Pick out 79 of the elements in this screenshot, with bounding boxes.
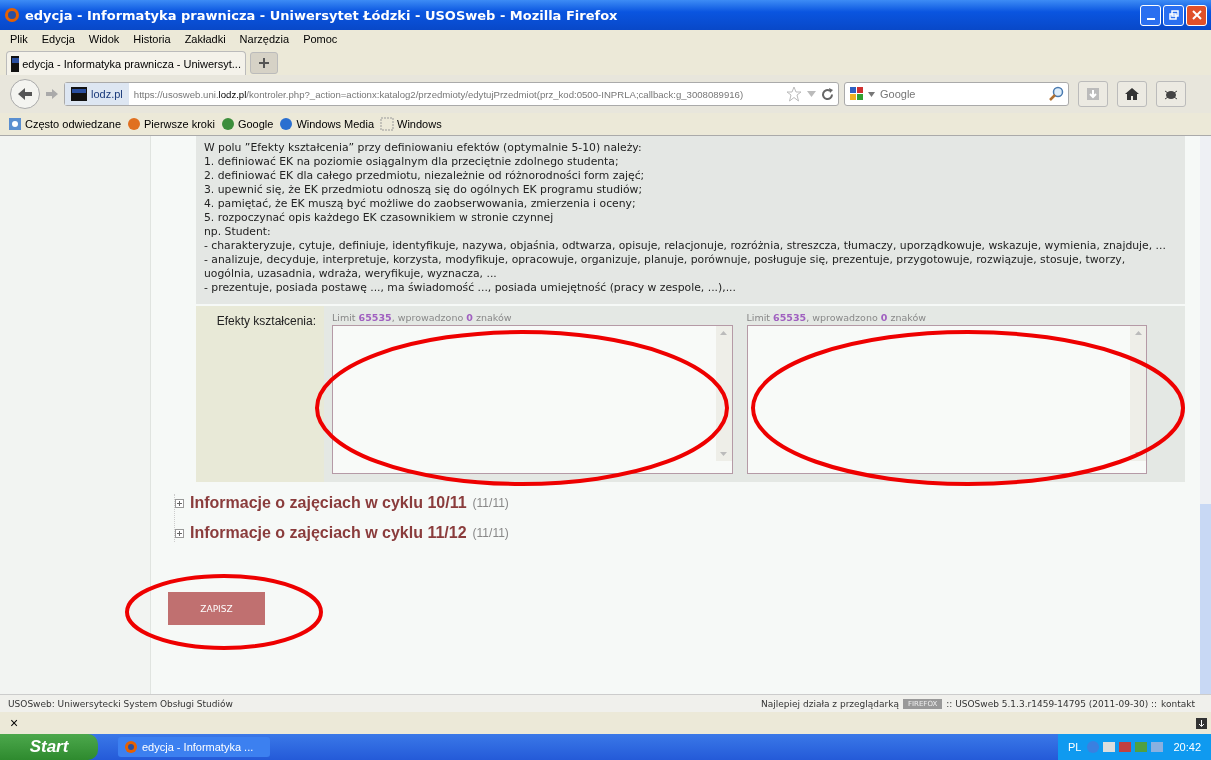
instruction-line: - prezentuje, posiada postawę ..., ma świadomość ..., posiada umiejętność (pracy w zespole, ...),... <box>204 281 737 295</box>
restore-button[interactable] <box>1163 4 1184 26</box>
instruction-line: 2. definiować EK dla całego przedmiotu, niezależnie od różnorodności form zajęć; <box>204 169 646 183</box>
minimize-button[interactable] <box>1140 4 1161 26</box>
bookmark-item[interactable]: Google <box>220 117 274 131</box>
page-icon <box>8 117 22 131</box>
download-icon[interactable] <box>1196 717 1207 729</box>
menu-item[interactable]: Pomoc <box>296 32 345 45</box>
tab-label: edycja - Informatyka prawnicza - Uniwersyt... <box>22 57 241 70</box>
field-label: Efekty kształcenia: <box>196 306 324 482</box>
instruction-line: 3. upewnić się, że EK przedmiotu odnoszą się do ogólnych EK programu studiów; <box>204 183 644 197</box>
new-tab-button[interactable] <box>250 52 278 74</box>
save-button[interactable]: ZAPISZ <box>168 592 265 625</box>
google-logo-icon <box>849 86 865 102</box>
download-arrow-icon <box>1086 87 1100 101</box>
firefox-icon <box>124 740 138 754</box>
forward-arrow-icon <box>45 88 59 100</box>
back-arrow-icon <box>17 87 33 101</box>
instruction-line: 5. rozpoczynać opis każdego EK czasownikiem w stronie czynnej <box>204 211 555 225</box>
plus-icon <box>258 57 270 69</box>
minimize-icon <box>1146 18 1155 20</box>
bookmark-icon <box>279 117 294 131</box>
reload-icon[interactable] <box>821 87 834 101</box>
firefox-icon <box>4 7 20 23</box>
back-button[interactable] <box>10 79 40 109</box>
search-icon[interactable] <box>1048 86 1064 102</box>
url-text: https://usosweb.uni.lodz.pl/kontroler.php?_action=actionx:katalog2/przedmioty/edytujPrzedmiot(prz_kod:0500-INPRLA;callback:g_3008089916) <box>133 88 745 100</box>
version-text: :: USOSweb 5.1.3.r1459-14795 (2011-09-30) :: <box>946 698 1158 709</box>
text-area[interactable] <box>746 325 1147 474</box>
instruction-line: - analizuje, decyduje, interpretuje, korzysta, modyfikuje, opracowuje, organizuje, planuje, porównuje, posługuje się, prezentuje, przygotowuje, rozwiązuje, stosuje, tworzy, uogólnia, uzasadnia, wdraża, weryfikuje, wyznacza, ... <box>204 253 1127 281</box>
bookmark-item[interactable]: Windows Media <box>279 117 375 131</box>
instruction-line: 1. definiować EK na poziomie osiągalnym dla przeciętnie zdolnego studenta; <box>204 155 620 169</box>
character-counter: Limit 65535, wprowadzono 0 znaków <box>332 312 513 323</box>
search-bar[interactable]: Google <box>844 82 1069 106</box>
instruction-line: - charakteryzuje, cytuje, definiuje, identyfikuje, nazywa, objaśnia, odtwarza, opisuje, relacjonuje, rozróżnia, streszcza, tłumaczy, uporządkowuje, wskazuje, wymienia, znajduje, ... <box>204 239 1167 253</box>
instruction-line: 4. pamiętać, że EK muszą być możliwe do zaobserwowania, zmierzenia i oceny; <box>204 197 637 211</box>
bookmark-item[interactable]: Windows <box>380 117 442 131</box>
menu-item[interactable]: Narzędzia <box>232 32 297 45</box>
restore-icon <box>1168 10 1179 20</box>
search-field[interactable]: Google <box>878 87 1045 101</box>
window-title: edycja - Informatyka prawnicza - Uniwersytet Łódzki - USOSweb - Mozilla Firefox <box>25 7 618 23</box>
site-favicon <box>11 55 20 72</box>
star-icon[interactable] <box>786 86 802 102</box>
instruction-line: W polu ”Efekty kształcenia” przy definiowaniu efektów (optymalnie 5-10) należy: <box>204 141 643 155</box>
menu-item[interactable]: Plik <box>3 32 35 45</box>
addon-button[interactable] <box>1156 81 1186 107</box>
section-header[interactable]: Informacje o zajęciach w cyklu 11/12 (11/11) <box>175 524 1185 542</box>
folder-outline-icon <box>380 117 395 131</box>
home-button[interactable] <box>1117 81 1147 107</box>
contact-link[interactable]: kontakt <box>1161 698 1195 709</box>
section-header[interactable]: Informacje o zajęciach w cyklu 10/11 (11/11) <box>175 494 1185 512</box>
scrollbar[interactable] <box>1130 326 1146 461</box>
menu-item[interactable]: Edycja <box>34 32 82 45</box>
dropdown-icon[interactable] <box>868 91 875 97</box>
bookmark-item[interactable]: Pierwsze kroki <box>127 117 215 131</box>
menu-item[interactable]: Widok <box>81 32 127 45</box>
start-button[interactable]: Start <box>0 734 98 760</box>
bookmark-icon <box>127 117 141 131</box>
close-button[interactable] <box>1186 4 1207 26</box>
page-scrollbar[interactable] <box>1200 136 1211 694</box>
bookmark-icon <box>220 117 235 131</box>
status-text: USOSweb: Uniwersytecki System Obsługi Studiów <box>8 698 233 709</box>
instruction-line: np. Student: <box>204 225 272 239</box>
close-button[interactable]: × <box>10 715 19 731</box>
menu-item[interactable]: Historia <box>126 32 178 45</box>
site-favicon <box>71 87 87 101</box>
clock: 20:42 <box>1173 741 1201 753</box>
close-icon <box>1191 10 1202 20</box>
expand-icon[interactable] <box>175 498 184 508</box>
character-counter: Limit 65535, wprowadzono 0 znaków <box>746 312 927 323</box>
address-bar[interactable]: lodz.pl https://usosweb.uni.lodz.pl/kontroler.php?_action=actionx:katalog2/przedmioty/edytujPrzedmiot(prz_kod:0500-INPRLA;callback:g_3008089916) <box>64 82 839 106</box>
menu-item[interactable]: Zakładki <box>177 32 233 45</box>
expand-icon[interactable] <box>175 528 184 538</box>
status-text: Najlepiej działa z przeglądarką <box>761 698 899 709</box>
taskbar-item[interactable]: edycja - Informatyka ... <box>118 737 270 757</box>
bookmark-item[interactable]: Często odwiedzane <box>8 117 121 131</box>
home-icon <box>1124 87 1140 101</box>
browser-tab[interactable]: edycja - Informatyka prawnicza - Uniwersyt... <box>6 51 246 75</box>
site-identity[interactable]: lodz.pl <box>65 83 129 105</box>
